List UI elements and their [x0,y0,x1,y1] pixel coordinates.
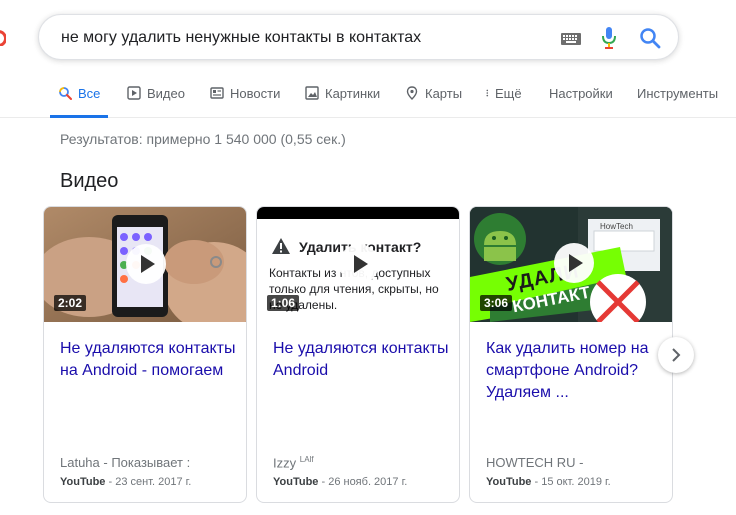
tab-label: Карты [425,86,463,101]
chevron-right-icon [672,348,681,362]
thumbnail-topbar [257,207,459,219]
video-date: - 26 нояб. 2017 г. [318,476,408,488]
search-tabs: Все Видео Новости Картинки Карты Ещё Нас… [0,72,736,118]
video-source: Latuha - Показывает : [60,455,191,470]
tab-label: Инструменты [637,86,719,101]
video-platform: YouTube [486,476,532,488]
tab-all[interactable]: Все [50,86,109,118]
more-icon [486,89,489,97]
tab-label: Картинки [325,86,381,101]
result-stats: Результатов: примерно 1 540 000 (0,55 се… [60,131,346,147]
warning-icon [272,238,290,254]
video-date: - 15 окт. 2019 г. [531,476,611,488]
play-icon [127,86,141,100]
video-card[interactable]: 2:02 Не удаляются контакты на Android - … [43,206,247,503]
tab-label: Видео [147,86,185,101]
video-platform: YouTube [273,476,319,488]
video-title-link[interactable]: Не удаляются контакты на Android - помог… [60,338,236,382]
video-title-link[interactable]: Как удалить номер на смартфоне Android? … [486,338,662,404]
section-title: Видео [60,170,119,192]
microphone-icon[interactable] [601,26,617,50]
video-title-link[interactable]: Не удаляются контакты Android [273,338,449,382]
video-source-name: Izzy [273,455,297,471]
play-button-icon[interactable] [126,244,166,284]
keyboard-icon[interactable] [561,33,581,45]
image-icon [305,86,319,100]
carousel-next-button[interactable] [658,337,694,373]
news-icon [210,87,224,99]
video-source: Izzy LAlf [273,455,314,470]
tab-label: Ещё [495,86,522,101]
video-date: - 23 сент. 2017 г. [105,476,192,488]
tab-label: Настройки [549,86,613,101]
video-platform: YouTube [60,476,106,488]
tab-label: Новости [230,86,281,101]
video-duration: 3:06 [480,295,513,311]
video-duration: 1:06 [267,295,300,311]
video-meta: YouTube - 26 нояб. 2017 г. [273,476,407,488]
tab-settings[interactable]: Настройки [549,86,613,118]
play-button-icon[interactable] [554,243,594,283]
play-button-icon[interactable] [339,244,379,284]
map-pin-icon [406,86,418,100]
tab-images[interactable]: Картинки [305,86,380,118]
video-thumbnail[interactable]: HowTech УДАЛИ КОНТАКТ 3:06 [470,207,672,322]
search-icon [59,87,72,100]
tab-tools[interactable]: Инструменты [637,86,718,118]
video-source-sup: LAlf [299,455,314,464]
search-icon[interactable] [639,27,661,49]
thumbnail-brand: HowTech [600,222,633,231]
video-meta: YouTube - 23 сент. 2017 г. [60,476,191,488]
video-meta: YouTube - 15 окт. 2019 г. [486,476,611,488]
video-card[interactable]: Удалить контакт? Контакты из нтов, досту… [256,206,460,503]
google-logo-fragment[interactable] [0,24,6,46]
tab-label: Все [78,86,101,101]
video-thumbnail[interactable]: Удалить контакт? Контакты из нтов, досту… [257,207,459,322]
video-source: HOWTECH RU - [486,455,584,470]
tab-video[interactable]: Видео [127,86,185,118]
tab-news[interactable]: Новости [210,86,280,118]
tab-more[interactable]: Ещё [485,86,522,118]
video-card[interactable]: HowTech УДАЛИ КОНТАКТ 3:06 Как удалить н… [469,206,673,503]
video-thumbnail[interactable]: 2:02 [44,207,246,322]
video-duration: 2:02 [54,295,87,311]
search-input[interactable]: не могу удалить ненужные контакты в конт… [61,29,421,47]
search-box[interactable]: не могу удалить ненужные контакты в конт… [38,14,679,60]
tab-maps[interactable]: Карты [405,86,462,118]
